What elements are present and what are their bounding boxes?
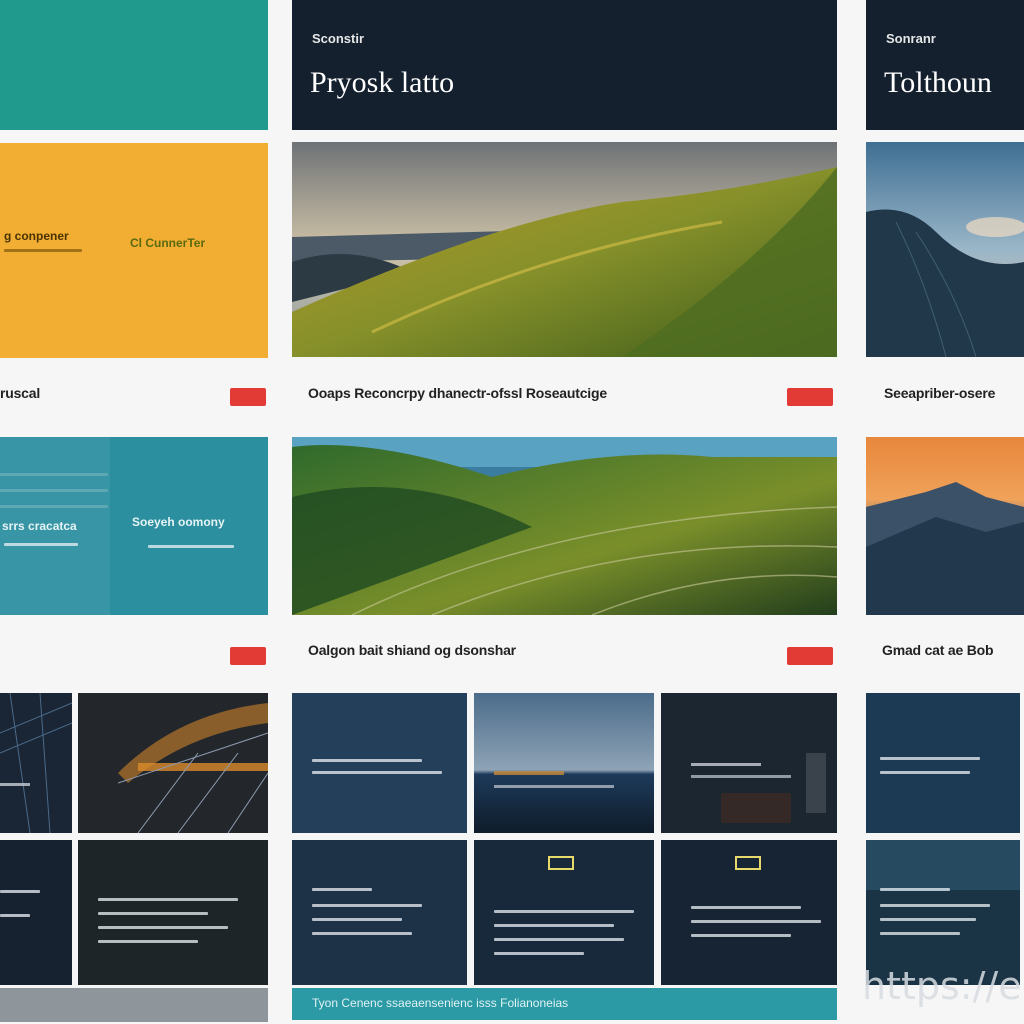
- col2-header-title: Pryosk latto: [310, 66, 455, 99]
- col3-caption-1: Seeapriber-osere: [884, 385, 996, 401]
- amber-card-line: [4, 249, 82, 252]
- col2-header: Sconstir Pryosk latto: [292, 0, 837, 130]
- col3-header-kicker: Sonranr: [886, 31, 936, 46]
- teal-card: [0, 0, 268, 130]
- col1-action-badge-2[interactable]: [230, 647, 266, 665]
- col3-header: Sonranr Tolthoun: [866, 0, 1024, 130]
- city-tile-2[interactable]: [78, 693, 268, 833]
- col2-footer-bar: Tyon Cenenc ssaeaensenienc isss Folianon…: [292, 988, 837, 1020]
- cyan-card-text-b: Soeyeh oomony: [132, 515, 225, 529]
- watermark: https://e5: [862, 964, 1024, 1008]
- col2-grid-tile-1[interactable]: [292, 693, 467, 833]
- col1-footer-bar: [0, 988, 268, 1022]
- col2-action-badge-2[interactable]: [787, 647, 833, 665]
- col2-header-kicker: Sconstir: [312, 31, 365, 46]
- amber-card[interactable]: g conpener Cl CunnerTer: [0, 143, 268, 358]
- col3-grid-tile-1[interactable]: [866, 693, 1020, 833]
- city-tile-1[interactable]: [0, 693, 72, 833]
- cyan-card[interactable]: srrs cracatca Soeyeh oomony: [0, 437, 268, 615]
- cyan-card-text-a: srrs cracatca: [2, 519, 77, 533]
- col1-caption: ruscal: [0, 385, 41, 401]
- hills-photo-2[interactable]: [292, 437, 837, 615]
- col2-grid-tile-6[interactable]: [661, 840, 837, 985]
- col2-caption-1: Ooaps Reconcrpy dhanectr-ofssl Roseautci…: [308, 385, 607, 401]
- col2-footer-text: Tyon Cenenc ssaeaensenienc isss Folianon…: [312, 996, 569, 1010]
- col1-action-badge[interactable]: [230, 388, 266, 406]
- col2-action-badge-1[interactable]: [787, 388, 833, 406]
- col2-grid-tile-2[interactable]: [474, 693, 654, 833]
- col3-header-title: Tolthoun: [884, 66, 992, 99]
- city-tile-4[interactable]: [78, 840, 268, 985]
- city-tile-3[interactable]: [0, 840, 72, 985]
- mountain-photo-2[interactable]: [866, 437, 1024, 615]
- col2-grid-tile-3[interactable]: [661, 693, 837, 833]
- mountain-photo-1[interactable]: [866, 142, 1024, 357]
- col3-caption-2: Gmad cat ae Bob: [882, 642, 994, 658]
- amber-card-text-a: g conpener: [4, 229, 69, 243]
- col2-grid-tile-4[interactable]: [292, 840, 467, 985]
- amber-card-text-b: Cl CunnerTer: [130, 236, 206, 250]
- col2-grid-tile-5[interactable]: [474, 840, 654, 985]
- hills-photo-1[interactable]: [292, 142, 837, 357]
- col2-caption-2: Oalgon bait shiand og dsonshar: [308, 642, 516, 658]
